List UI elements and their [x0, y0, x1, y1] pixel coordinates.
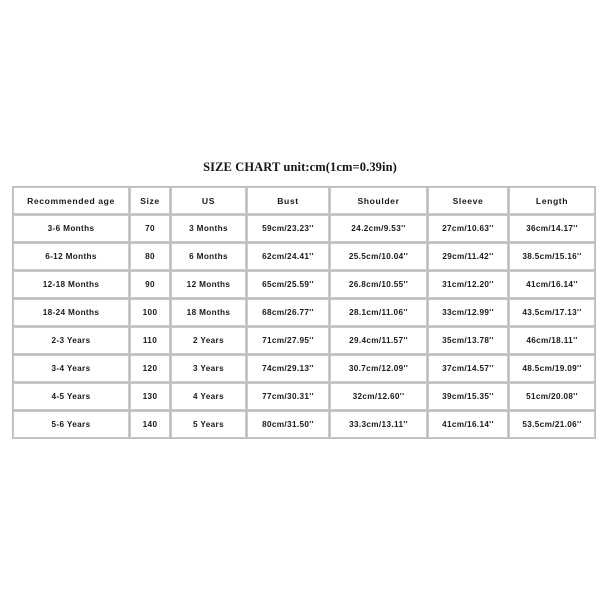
table-cell: 3 Months: [171, 215, 246, 242]
table-cell: 41cm/16.14'': [509, 271, 595, 298]
table-cell: 43.5cm/17.13'': [509, 299, 595, 326]
size-chart-table: Recommended age Size US Bust Shoulder Sleeve L…: [12, 186, 596, 439]
page-title: SIZE CHART unit:cm(1cm=0.39in): [203, 160, 397, 174]
table-cell: 62cm/24.41'': [247, 243, 329, 270]
table-cell: 30.7cm/12.09'': [330, 355, 427, 382]
column-header: Size: [130, 187, 170, 214]
table-cell: 4-5 Years: [13, 383, 129, 410]
column-header: Bust: [247, 187, 329, 214]
table-cell: 31cm/12.20'': [428, 271, 508, 298]
table-cell: 70: [130, 215, 170, 242]
table-cell: 53.5cm/21.06'': [509, 411, 595, 438]
table-cell: 39cm/15.35'': [428, 383, 508, 410]
table-cell: 12 Months: [171, 271, 246, 298]
column-header: Length: [509, 187, 595, 214]
column-header: US: [171, 187, 246, 214]
table-cell: 12-18 Months: [13, 271, 129, 298]
table-cell: 35cm/13.78'': [428, 327, 508, 354]
table-cell: 90: [130, 271, 170, 298]
table-row: 5-6 Years 140 5 Years 80cm/31.50'' 33.3cm/13…: [13, 411, 595, 438]
table-cell: 80: [130, 243, 170, 270]
table-cell: 65cm/25.59'': [247, 271, 329, 298]
table-cell: 6 Months: [171, 243, 246, 270]
table-header-row: Recommended age Size US Bust Shoulder Sleeve L…: [13, 187, 595, 214]
table-cell: 51cm/20.08'': [509, 383, 595, 410]
table-cell: 4 Years: [171, 383, 246, 410]
table-cell: 130: [130, 383, 170, 410]
table-cell: 26.8cm/10.55'': [330, 271, 427, 298]
table-cell: 3-4 Years: [13, 355, 129, 382]
table-cell: 3-6 Months: [13, 215, 129, 242]
table-cell: 29cm/11.42'': [428, 243, 508, 270]
table-cell: 80cm/31.50'': [247, 411, 329, 438]
table-cell: 32cm/12.60'': [330, 383, 427, 410]
table-cell: 100: [130, 299, 170, 326]
table-cell: 74cm/29.13'': [247, 355, 329, 382]
table-cell: 24.2cm/9.53'': [330, 215, 427, 242]
table-row: 6-12 Months 80 6 Months 62cm/24.41'' 25.5cm/…: [13, 243, 595, 270]
table-cell: 41cm/16.14'': [428, 411, 508, 438]
table-cell: 29.4cm/11.57'': [330, 327, 427, 354]
table-cell: 3 Years: [171, 355, 246, 382]
table-cell: 68cm/26.77'': [247, 299, 329, 326]
table-row: 3-4 Years 120 3 Years 74cm/29.13'' 30.7cm/12…: [13, 355, 595, 382]
table-cell: 48.5cm/19.09'': [509, 355, 595, 382]
column-header: Recommended age: [13, 187, 129, 214]
size-chart-table-container: Recommended age Size US Bust Shoulder Sleeve L…: [12, 186, 596, 439]
column-header: Sleeve: [428, 187, 508, 214]
table-cell: 38.5cm/15.16'': [509, 243, 595, 270]
table-cell: 36cm/14.17'': [509, 215, 595, 242]
table-cell: 5-6 Years: [13, 411, 129, 438]
table-cell: 18-24 Months: [13, 299, 129, 326]
table-row: 4-5 Years 130 4 Years 77cm/30.31'' 32cm/12.6…: [13, 383, 595, 410]
table-cell: 25.5cm/10.04'': [330, 243, 427, 270]
size-chart-page: SIZE CHART unit:cm(1cm=0.39in) Recommend…: [0, 0, 600, 600]
table-cell: 27cm/10.63'': [428, 215, 508, 242]
table-cell: 37cm/14.57'': [428, 355, 508, 382]
table-cell: 120: [130, 355, 170, 382]
column-header: Shoulder: [330, 187, 427, 214]
table-row: 3-6 Months 70 3 Months 59cm/23.23'' 24.2cm/9…: [13, 215, 595, 242]
table-cell: 33cm/12.99'': [428, 299, 508, 326]
table-cell: 2 Years: [171, 327, 246, 354]
table-cell: 6-12 Months: [13, 243, 129, 270]
table-cell: 71cm/27.95'': [247, 327, 329, 354]
table-cell: 59cm/23.23'': [247, 215, 329, 242]
table-cell: 140: [130, 411, 170, 438]
table-cell: 2-3 Years: [13, 327, 129, 354]
table-row: 12-18 Months 90 12 Months 65cm/25.59'' 26.8c…: [13, 271, 595, 298]
table-cell: 110: [130, 327, 170, 354]
table-cell: 33.3cm/13.11'': [330, 411, 427, 438]
table-cell: 28.1cm/11.06'': [330, 299, 427, 326]
table-row: 2-3 Years 110 2 Years 71cm/27.95'' 29.4cm/11…: [13, 327, 595, 354]
table-cell: 5 Years: [171, 411, 246, 438]
table-cell: 18 Months: [171, 299, 246, 326]
table-row: 18-24 Months 100 18 Months 68cm/26.77'' 28.1…: [13, 299, 595, 326]
table-cell: 46cm/18.11'': [509, 327, 595, 354]
table-cell: 77cm/30.31'': [247, 383, 329, 410]
